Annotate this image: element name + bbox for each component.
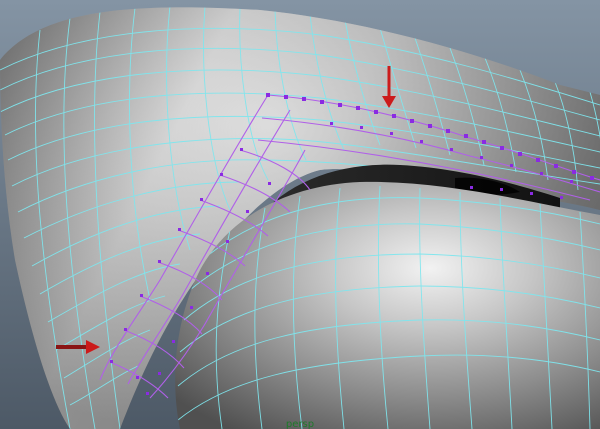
maya-perspective-viewport[interactable]: persp [0,0,600,429]
viewport-canvas[interactable] [0,0,600,429]
camera-name-label: persp [285,419,315,429]
